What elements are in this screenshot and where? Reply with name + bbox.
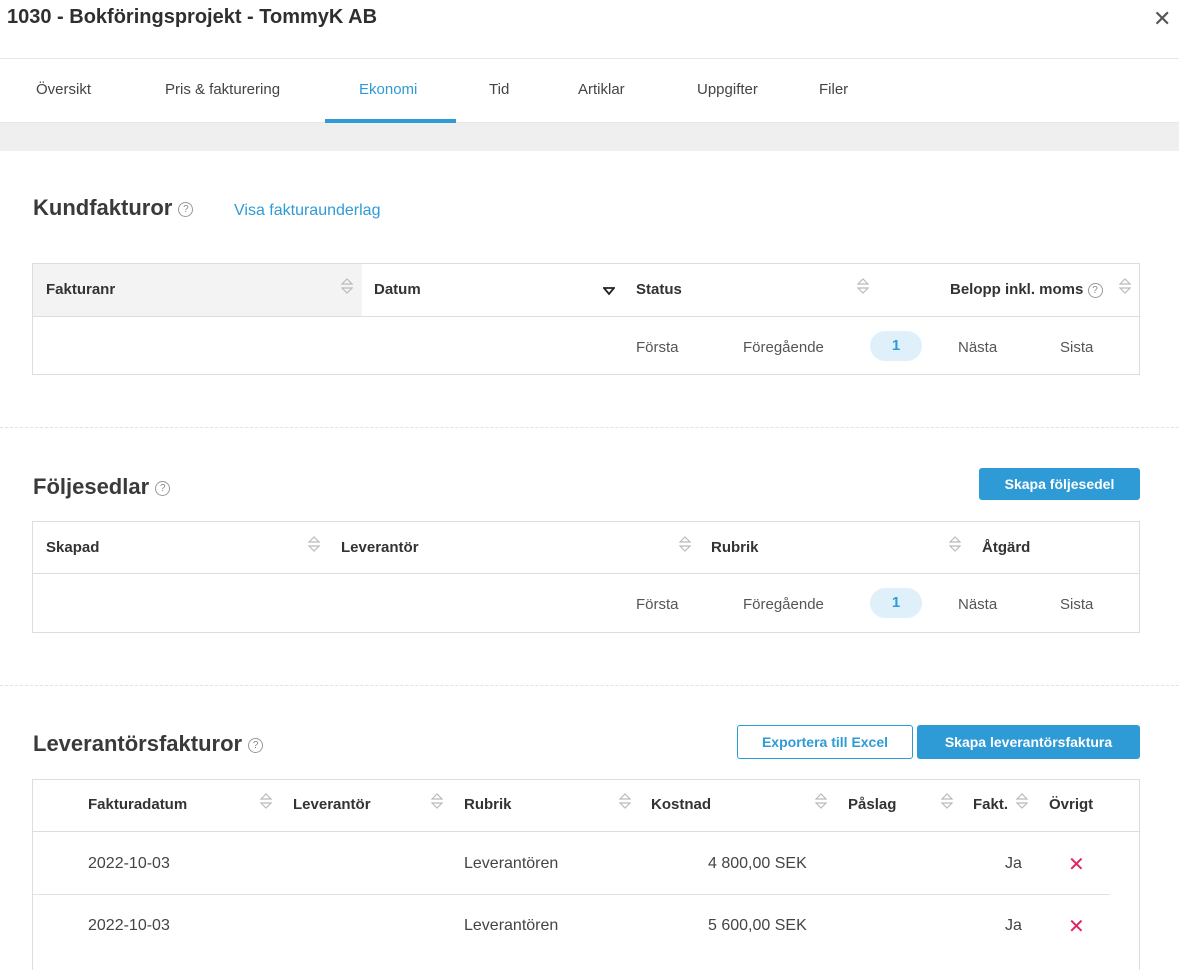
skapa-foljesedel-button[interactable]: Skapa följesedel — [979, 468, 1140, 500]
sort-icon[interactable] — [431, 792, 443, 810]
pager-last[interactable]: Sista — [1060, 339, 1093, 356]
row-divider — [33, 894, 1110, 895]
pager-next[interactable]: Nästa — [958, 596, 997, 613]
tab-filer[interactable]: Filer — [819, 81, 848, 98]
sort-icon[interactable] — [857, 277, 869, 295]
pager-current-page[interactable]: 1 — [870, 331, 922, 361]
tab-uppgifter[interactable]: Uppgifter — [697, 81, 758, 98]
help-icon[interactable]: ? — [1087, 282, 1103, 298]
col-leverantor[interactable]: Leverantör — [293, 796, 371, 813]
row-invoiced: Ja — [1005, 855, 1022, 872]
tab-ekonomi[interactable]: Ekonomi — [359, 81, 417, 98]
sort-icon[interactable] — [308, 535, 320, 553]
tab-artiklar[interactable]: Artiklar — [578, 81, 625, 98]
pager-prev[interactable]: Föregående — [743, 339, 824, 356]
section-band — [0, 123, 1179, 151]
col-rubrik[interactable]: Rubrik — [464, 796, 512, 813]
header-divider — [33, 573, 1139, 574]
delete-icon[interactable]: ✕ — [1068, 914, 1085, 939]
sort-icon[interactable] — [619, 792, 631, 810]
pager-next[interactable]: Nästa — [958, 339, 997, 356]
pager-first[interactable]: Första — [636, 339, 679, 356]
section-title-text: Kundfakturor — [33, 195, 173, 220]
sort-icon[interactable] — [1119, 277, 1131, 295]
tab-tid[interactable]: Tid — [489, 81, 509, 98]
col-skapad[interactable]: Skapad — [46, 539, 99, 556]
section-divider — [0, 685, 1179, 686]
pager-last[interactable]: Sista — [1060, 596, 1093, 613]
tab-pris-fakturering[interactable]: Pris & fakturering — [165, 81, 280, 98]
tab-oversikt[interactable]: Översikt — [36, 81, 91, 98]
col-datum[interactable]: Datum — [374, 281, 421, 298]
visa-fakturaunderlag-link[interactable]: Visa fakturaunderlag — [234, 202, 380, 220]
col-fakturadatum[interactable]: Fakturadatum — [88, 796, 187, 813]
sort-icon[interactable] — [341, 277, 353, 295]
help-icon[interactable]: ? — [178, 201, 194, 217]
pager-prev[interactable]: Föregående — [743, 596, 824, 613]
section-title-text: Följesedlar — [33, 474, 150, 499]
invoice-date-link[interactable]: 2022-10-03 — [88, 855, 170, 873]
exportera-excel-button[interactable]: Exportera till Excel — [737, 725, 913, 759]
sort-desc-icon[interactable] — [603, 286, 615, 296]
sort-icon[interactable] — [941, 792, 953, 810]
col-fakturanr[interactable]: Fakturanr — [46, 281, 115, 298]
col-kostnad[interactable]: Kostnad — [651, 796, 711, 813]
pager-first[interactable]: Första — [636, 596, 679, 613]
row-invoiced: Ja — [1005, 917, 1022, 934]
col-belopp[interactable]: Belopp inkl. moms ? — [950, 281, 1103, 298]
section-divider — [0, 427, 1179, 428]
foljesedlar-table — [32, 521, 1140, 633]
row-subject: Leverantören — [464, 855, 559, 872]
col-paslag[interactable]: Påslag — [848, 796, 896, 813]
help-icon[interactable]: ? — [155, 480, 171, 496]
sort-icon[interactable] — [260, 792, 272, 810]
close-icon[interactable]: ✕ — [1153, 6, 1171, 32]
section-title-kundfakturor: Kundfakturor ? — [33, 195, 194, 221]
col-atgard[interactable]: Åtgärd — [982, 539, 1030, 556]
sort-icon[interactable] — [815, 792, 827, 810]
col-fakt[interactable]: Fakt. — [973, 796, 1008, 813]
col-leverantor[interactable]: Leverantör — [341, 539, 419, 556]
header-divider — [33, 316, 1139, 317]
page-title: 1030 - Bokföringsprojekt - TommyK AB — [7, 6, 378, 28]
delete-icon[interactable]: ✕ — [1068, 852, 1085, 877]
section-title-foljesedlar: Följesedlar ? — [33, 474, 171, 500]
col-belopp-label: Belopp inkl. moms — [950, 281, 1084, 298]
invoice-date-link[interactable]: 2022-10-03 — [88, 917, 170, 935]
section-title-leverantorsfakturor: Leverantörsfakturor ? — [33, 731, 264, 757]
row-cost: 5 600,00 SEK — [708, 917, 807, 934]
col-status[interactable]: Status — [636, 281, 682, 298]
sort-icon[interactable] — [679, 535, 691, 553]
sort-icon[interactable] — [949, 535, 961, 553]
help-icon[interactable]: ? — [248, 737, 264, 753]
header-divider — [33, 831, 1139, 832]
row-cost: 4 800,00 SEK — [708, 855, 807, 872]
row-subject: Leverantören — [464, 917, 559, 934]
pager-current-page[interactable]: 1 — [870, 588, 922, 618]
skapa-leverantorsfaktura-button[interactable]: Skapa leverantörsfaktura — [917, 725, 1140, 759]
sort-icon[interactable] — [1016, 792, 1028, 810]
col-rubrik[interactable]: Rubrik — [711, 539, 759, 556]
section-title-text: Leverantörsfakturor — [33, 731, 243, 756]
col-ovrigt: Övrigt — [1049, 796, 1094, 813]
